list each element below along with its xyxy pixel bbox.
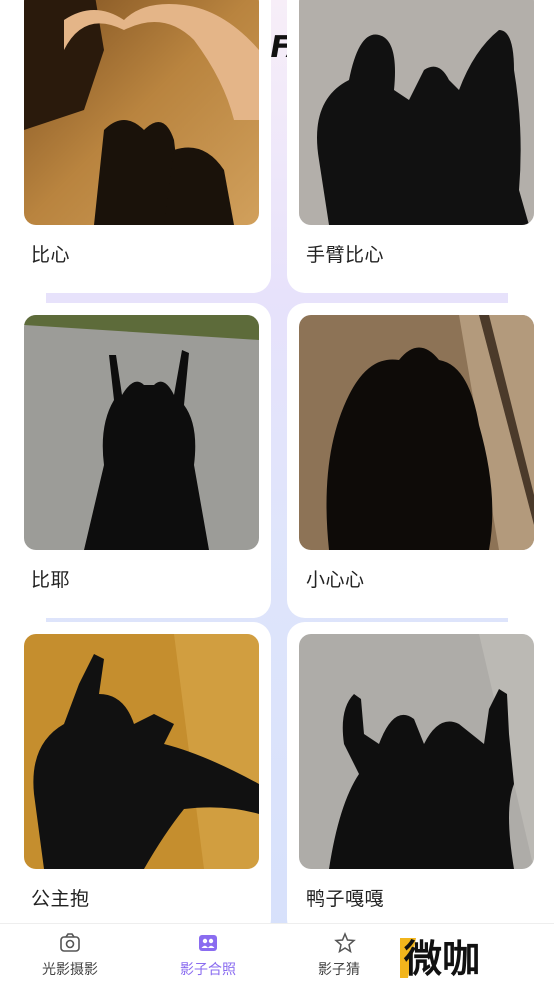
tab-label: 光影摄影 [42, 962, 98, 978]
template-card-duck-quack[interactable]: 鸭子嘎嘎 [287, 622, 546, 937]
card-caption: 小心心 [306, 569, 365, 591]
card-photo [24, 315, 259, 550]
tab-shadow-guess[interactable]: 影子猜 [285, 924, 405, 985]
template-card-bixin[interactable]: 比心 [12, 0, 271, 293]
tab-label: 影子合照 [180, 962, 236, 978]
tab-label: 影子猜 [318, 962, 360, 978]
template-card-bi-ye[interactable]: 比耶 [12, 303, 271, 618]
card-caption: 手臂比心 [306, 244, 385, 266]
svg-text:微咖: 微咖 [403, 937, 480, 980]
card-caption: 鸭子嘎嘎 [306, 888, 385, 910]
card-photo [299, 0, 534, 225]
star-icon [334, 932, 356, 954]
template-card-princess-carry[interactable]: 公主抱 [12, 622, 271, 937]
tab-shadow-group-photo[interactable]: 影子合照 [148, 924, 268, 985]
camera-icon [60, 933, 80, 952]
people-icon [199, 935, 217, 951]
card-photo [299, 634, 534, 869]
card-photo [299, 315, 534, 550]
watermark-logo: 微咖 [398, 932, 518, 981]
card-photo [24, 0, 259, 225]
card-photo [24, 634, 259, 869]
card-caption: 比心 [31, 244, 71, 266]
card-caption: 比耶 [31, 569, 71, 591]
card-caption: 公主抱 [31, 888, 90, 910]
tab-light-shadow-photo[interactable]: 光影摄影 [10, 924, 130, 985]
template-card-small-hearts[interactable]: 小心心 [287, 303, 546, 618]
template-card-arm-heart[interactable]: 手臂比心 [287, 0, 546, 293]
